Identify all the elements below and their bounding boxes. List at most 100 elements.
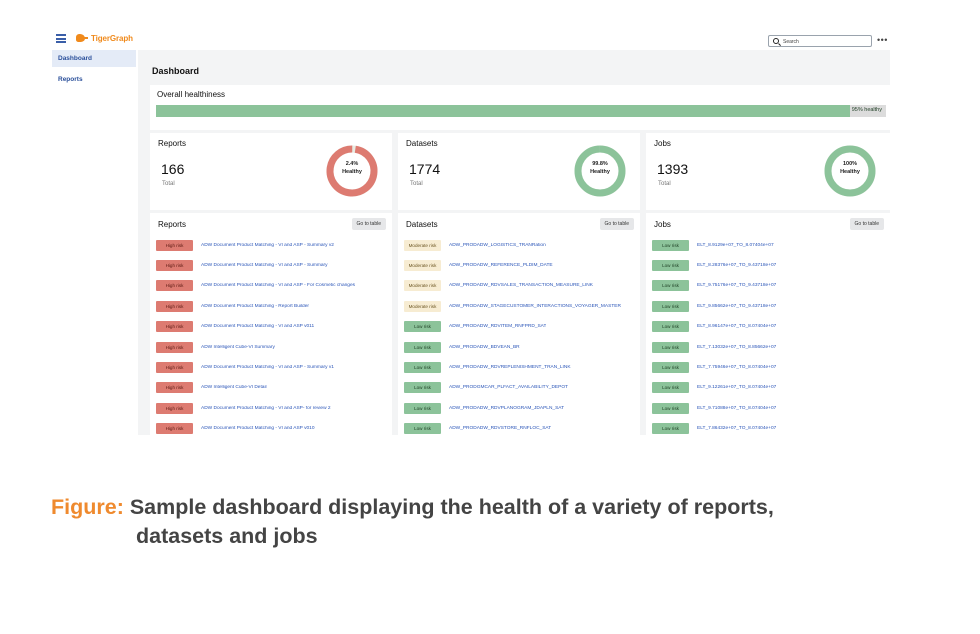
item-link[interactable]: ADW Document Product Matching - VI and A…	[201, 283, 355, 288]
sidebar-item-dashboard[interactable]: Dashboard	[52, 50, 136, 67]
card-title: Jobs	[654, 139, 671, 148]
list-item: High risk ADW Document Product Matching -…	[156, 357, 386, 377]
risk-badge: Low risk	[652, 341, 689, 353]
risk-badge: High risk	[156, 239, 193, 251]
risk-badge: High risk	[156, 341, 193, 353]
list-title: Datasets	[406, 220, 438, 229]
list-item: Low risk ELT_7.13032e+07_TO_8.85662e+07	[652, 337, 884, 357]
item-link[interactable]: ELT_7.13032e+07_TO_8.85662e+07	[697, 345, 776, 350]
risk-badge: High risk	[156, 321, 193, 333]
risk-badge: High risk	[156, 382, 193, 394]
risk-badge: Low risk	[652, 239, 689, 251]
item-link[interactable]: ADW_PRODADW_RDVSALES_TRANSACTION_MEASURE…	[449, 283, 593, 288]
reports-total-count: 166	[161, 161, 185, 177]
risk-badge: High risk	[156, 423, 193, 435]
main-content: Dashboard Overall healthiness 95% health…	[138, 50, 890, 435]
item-link[interactable]: ADW_PRODADW_BDVEAN_BR	[449, 345, 520, 350]
donut-word: Healthy	[342, 169, 362, 175]
jobs-risk-list: Low risk ELT_8.9129e+07_TO_8.07404e+07 Low…	[652, 235, 884, 439]
list-item: Moderate risk ADW_PRODADW_LOGISTICS_TRANR…	[404, 235, 634, 255]
item-link[interactable]: ADW Document Product Matching - VI and A…	[201, 406, 331, 411]
item-link[interactable]: ELT_7.75946e+07_TO_8.07404e+07	[697, 365, 776, 370]
item-link[interactable]: ADW Document Product Matching - VI and A…	[201, 243, 334, 248]
risk-badge: Moderate risk	[404, 280, 441, 292]
datasets-health-donut: 99.8% Healthy	[572, 143, 628, 199]
list-item: Low risk ELT_9.85662e+07_TO_9.43718e+07	[652, 296, 884, 316]
list-item: Low risk ELT_8.9129e+07_TO_8.07404e+07	[652, 235, 884, 255]
item-link[interactable]: ADW Document Product Matching - Report B…	[201, 304, 309, 309]
item-link[interactable]: ELT_9.12261e+07_TO_8.07404e+07	[697, 385, 776, 390]
risk-badge: Moderate risk	[404, 260, 441, 272]
item-link[interactable]: ELT_8.28376e+07_TO_9.43718e+07	[697, 263, 776, 268]
item-link[interactable]: ADW Document Product Matching - VI and A…	[201, 324, 314, 329]
overall-health-label: Overall healthiness	[157, 90, 226, 99]
risk-badge: High risk	[156, 402, 193, 414]
jobs-go-to-table-button[interactable]: Go to table	[849, 218, 884, 230]
list-item: Moderate risk ADW_PRODADW_REFERENCE_PLDIM…	[404, 255, 634, 275]
more-options-icon[interactable]: •••	[877, 36, 888, 45]
jobs-total-count: 1393	[657, 161, 689, 177]
item-link[interactable]: ADW Intelligent Cube-VI Detail	[201, 385, 267, 390]
item-link[interactable]: ELT_9.75176e+07_TO_9.43718e+07	[697, 283, 776, 288]
item-link[interactable]: ADW_PRODADW_RDVSTORE_RNFLOC_SAT	[449, 426, 551, 431]
risk-badge: High risk	[156, 280, 193, 292]
list-item: High risk ADW Document Product Matching -…	[156, 255, 386, 275]
item-link[interactable]: ADW Document Product Matching - VI and A…	[201, 365, 334, 370]
item-link[interactable]: ADW_PRODADW_REFERENCE_PLDIM_DATE	[449, 263, 553, 268]
item-link[interactable]: ADW Document Product Matching - VI and A…	[201, 426, 315, 431]
health-progress-fill	[156, 105, 850, 117]
risk-badge: Low risk	[652, 382, 689, 394]
risk-badge: Moderate risk	[404, 300, 441, 312]
list-item: Low risk ELT_8.28376e+07_TO_9.43718e+07	[652, 255, 884, 275]
item-link[interactable]: ELT_8.9129e+07_TO_8.07404e+07	[697, 243, 774, 248]
page-title: Dashboard	[152, 66, 200, 76]
risk-badge: High risk	[156, 300, 193, 312]
sidebar-item-reports[interactable]: Reports	[52, 71, 136, 88]
list-item: High risk ADW Document Product Matching -…	[156, 276, 386, 296]
menu-icon[interactable]	[56, 34, 66, 43]
risk-badge: Low risk	[652, 402, 689, 414]
datasets-go-to-table-button[interactable]: Go to table	[599, 218, 634, 230]
caption-line-1: Sample dashboard displaying the health o…	[129, 495, 774, 519]
figure-caption: Figure: Sample dashboard displaying the …	[51, 492, 774, 522]
risk-badge: Low risk	[404, 402, 441, 414]
top-bar: TigerGraph •••	[52, 28, 892, 52]
risk-badge: Low risk	[404, 341, 441, 353]
item-link[interactable]: ADW_PRODADW_LOGISTICS_TRANRation	[449, 243, 546, 248]
card-title: Datasets	[406, 139, 438, 148]
list-item: Low risk ELT_8.96147e+07_TO_8.07404e+07	[652, 317, 884, 337]
list-item: Moderate risk ADW_PRODADW_RDVSALES_TRANSA…	[404, 276, 634, 296]
risk-badge: Low risk	[652, 280, 689, 292]
reports-risk-list: High risk ADW Document Product Matching -…	[156, 235, 386, 439]
item-link[interactable]: ADW_PRODADW_RDVREPLENISHMENT_TRAN_LINK	[449, 365, 571, 370]
list-item: Low risk ADW_PRODADW_RDVREPLENISHMENT_TRA…	[404, 357, 634, 377]
item-link[interactable]: ADW Intelligent Cube-VI Summary	[201, 345, 275, 350]
list-item: Low risk ELT_7.75946e+07_TO_8.07404e+07	[652, 357, 884, 377]
item-link[interactable]: ADW Document Product Matching - VI and A…	[201, 263, 328, 268]
jobs-summary-card: Jobs 1393 Total 100% Healthy	[646, 133, 890, 210]
health-progress-bar: 95% healthy	[156, 105, 886, 117]
reports-summary-card: Reports 166 Total 2.4% Healthy	[150, 133, 392, 210]
list-item: Low risk ADW_PRODADW_RDVITEM_RNFPRD_SAT	[404, 317, 634, 337]
item-link[interactable]: ELT_7.86432e+07_TO_8.07404e+07	[697, 426, 776, 431]
logo[interactable]: TigerGraph	[76, 33, 133, 43]
risk-badge: Low risk	[652, 260, 689, 272]
health-progress-text: 95% healthy	[851, 107, 882, 113]
item-link[interactable]: ELT_9.71088e+07_TO_8.07404e+07	[697, 406, 776, 411]
caption-line-2: datasets and jobs	[136, 524, 318, 548]
reports-list-card: Reports Go to table High risk ADW Documen…	[150, 213, 392, 435]
item-link[interactable]: ELT_8.96147e+07_TO_8.07404e+07	[697, 324, 776, 329]
item-link[interactable]: ADW_PRODADW_RDVITEM_RNFPRD_SAT	[449, 324, 546, 329]
search-box[interactable]	[768, 35, 872, 47]
list-item: High risk ADW Document Product Matching -…	[156, 419, 386, 439]
list-title: Reports	[158, 220, 187, 229]
item-link[interactable]: ADW_PRODADW_RDVPLANOGRAM_JDAPLN_SAT	[449, 406, 564, 411]
donut-word: Healthy	[590, 169, 610, 175]
reports-go-to-table-button[interactable]: Go to table	[351, 218, 386, 230]
item-link[interactable]: ADW_PRODADW_STAGECUSTOMER_INTERACTIONS_V…	[449, 304, 621, 309]
jobs-list-card: Jobs Go to table Low risk ELT_8.9129e+07_…	[646, 213, 890, 435]
search-input[interactable]	[783, 37, 869, 46]
donut-percent: 100%	[842, 161, 858, 167]
item-link[interactable]: ADW_PRODGMCAR_PLFACT_AVAILABILITY_DEPOT	[449, 385, 568, 390]
item-link[interactable]: ELT_9.85662e+07_TO_9.43718e+07	[697, 304, 776, 309]
